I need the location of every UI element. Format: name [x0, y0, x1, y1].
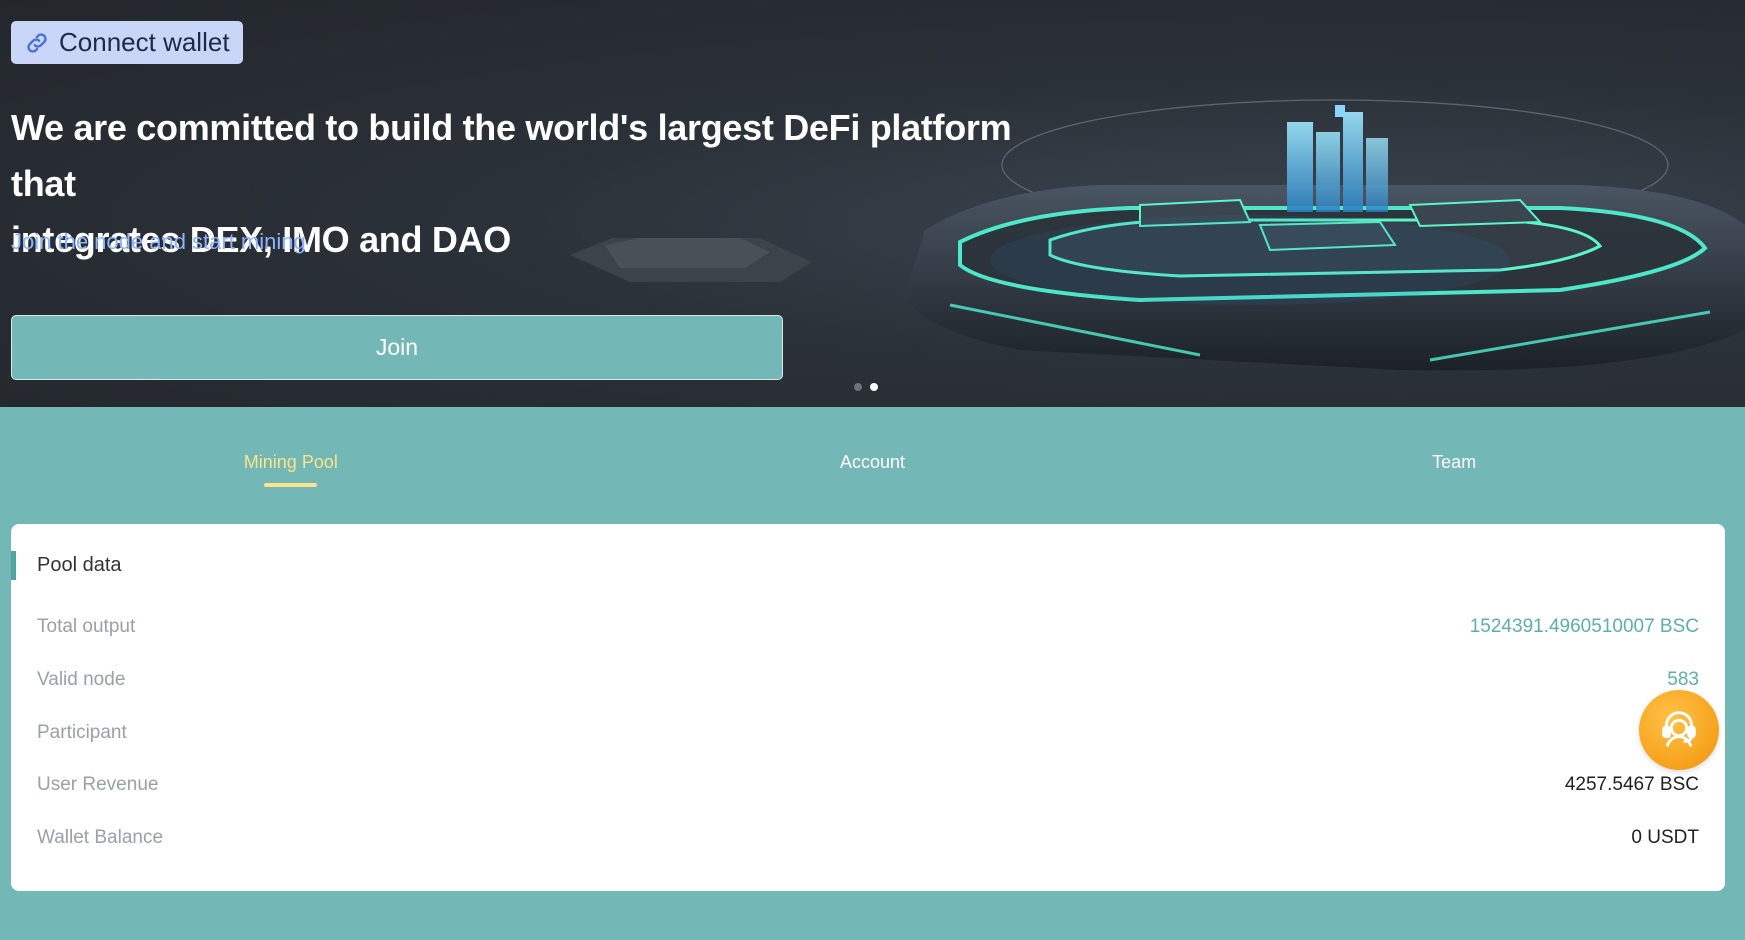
hero-headline-line1: We are committed to build the world's la…: [11, 107, 1012, 204]
pool-data-card: Pool data Total output 1524391.496051000…: [11, 524, 1725, 891]
customer-service-icon: [1656, 705, 1702, 756]
row-label: Wallet Balance: [37, 827, 164, 848]
tab-mining-pool-label: Mining Pool: [243, 452, 338, 472]
tab-underline: [1428, 483, 1481, 487]
row-label: User Revenue: [37, 774, 159, 795]
hero-banner: Connect wallet We are committed to build…: [0, 0, 1745, 407]
main-tabs: Mining Pool Account Team: [0, 407, 1745, 524]
total-output-value: 1524391.4960510007 BSC: [1469, 616, 1699, 637]
pool-data-title: Pool data: [37, 554, 122, 576]
tab-active-indicator: [264, 483, 318, 487]
user-revenue-value: 4257.5467 BSC: [1564, 774, 1699, 795]
connect-wallet-label: Connect wallet: [59, 27, 230, 57]
link-icon: [23, 29, 51, 57]
carousel-dot-1[interactable]: [854, 383, 862, 391]
tab-account-label: Account: [839, 452, 906, 472]
pool-row-total-output: Total output 1524391.4960510007 BSC: [37, 612, 1699, 642]
valid-node-value: 583: [1667, 669, 1699, 690]
tab-underline: [846, 483, 899, 487]
pool-row-participant: Participant: [37, 718, 1699, 748]
hero-subline: Join the node and start mining: [11, 229, 306, 254]
tab-mining-pool[interactable]: Mining Pool: [0, 407, 582, 524]
section-accent-bar: [11, 551, 16, 580]
customer-service-button[interactable]: [1639, 690, 1719, 770]
pool-row-user-revenue: User Revenue 4257.5467 BSC: [37, 770, 1699, 800]
carousel-indicators: [854, 383, 878, 391]
connect-wallet-button[interactable]: Connect wallet: [11, 21, 243, 64]
row-label: Participant: [37, 722, 127, 743]
row-label: Valid node: [37, 669, 126, 690]
tab-team-label: Team: [1432, 452, 1477, 472]
pool-row-wallet-balance: Wallet Balance 0 USDT: [37, 823, 1699, 853]
tab-account[interactable]: Account: [582, 407, 1164, 524]
carousel-dot-2[interactable]: [870, 383, 878, 391]
tab-team[interactable]: Team: [1163, 407, 1745, 524]
wallet-balance-value: 0 USDT: [1631, 827, 1699, 848]
row-label: Total output: [37, 616, 136, 637]
pool-row-valid-node: Valid node 583: [37, 665, 1699, 695]
join-button[interactable]: Join: [11, 315, 783, 380]
